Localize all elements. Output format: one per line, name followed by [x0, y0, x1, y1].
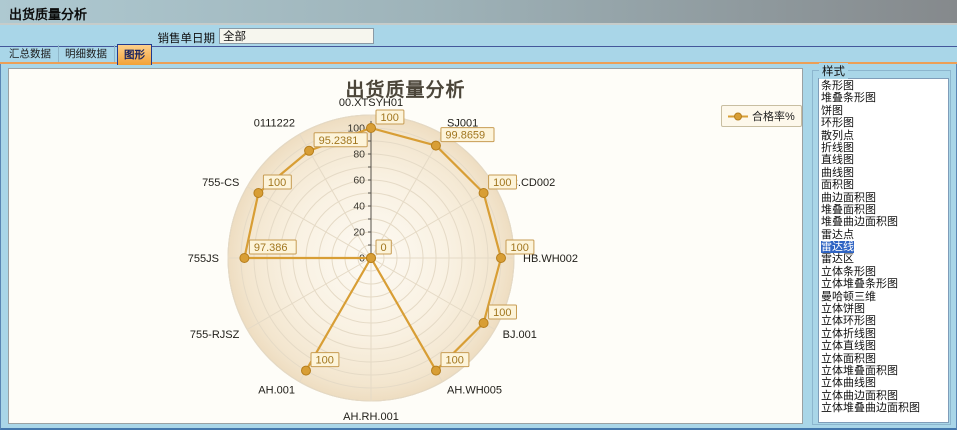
category-label: AH.001 [258, 385, 295, 397]
style-option[interactable]: 立体直线图 [819, 340, 948, 352]
axis-tick-label: 40 [353, 201, 365, 213]
data-point [479, 189, 488, 198]
category-label: BJ.001 [503, 329, 537, 341]
style-option[interactable]: 堆叠面积图 [819, 204, 948, 216]
axis-tick-label: 20 [353, 227, 365, 239]
style-option[interactable]: 饼图 [819, 105, 948, 117]
style-option[interactable]: 立体堆叠面积图 [819, 365, 948, 377]
category-label: 755JS [188, 253, 219, 265]
category-label: AH.WH005 [447, 385, 502, 397]
style-option[interactable]: 立体曲边面积图 [819, 390, 948, 402]
value-label: 100 [316, 355, 334, 367]
value-label: 97.386 [254, 242, 288, 254]
value-label: 100 [268, 177, 286, 189]
window-title: 出货质量分析 [9, 4, 87, 23]
style-option[interactable]: 堆叠曲边面积图 [819, 216, 948, 228]
style-option[interactable]: 立体饼图 [819, 303, 948, 315]
style-option[interactable]: 直线图 [819, 154, 948, 166]
app-window: 出货质量分析 销售单日期 汇总数据 明细数据 图形 02040608010000… [0, 0, 957, 430]
style-option[interactable]: 环形图 [819, 117, 948, 129]
tab-summary-data[interactable]: 汇总数据 [3, 45, 59, 62]
style-option[interactable]: 立体环形图 [819, 315, 948, 327]
category-label: 0111222 [254, 117, 295, 129]
style-option[interactable]: 立体堆叠曲边面积图 [819, 402, 948, 414]
style-option[interactable]: 堆叠条形图 [819, 92, 948, 104]
style-group-title: 样式 [819, 63, 848, 79]
chart-legend: 合格率% [721, 105, 802, 127]
style-listbox[interactable]: 条形图堆叠条形图饼图环形图散列点折线图直线图曲线图面积图曲边面积图堆叠面积图堆叠… [818, 78, 949, 423]
data-point [305, 146, 314, 155]
value-label: 99.8659 [445, 130, 485, 142]
value-label: 100 [446, 355, 464, 367]
value-label: 100 [493, 177, 511, 189]
style-option[interactable]: 立体面积图 [819, 353, 948, 365]
data-point [479, 319, 488, 328]
chart-panel: 02040608010000.XTSYH01SJ001SC.CD002HB.WH… [8, 68, 803, 424]
value-label: 100 [493, 307, 511, 319]
data-point [240, 254, 249, 263]
style-option[interactable]: 曼哈顿三维 [819, 291, 948, 303]
style-option[interactable]: 曲边面积图 [819, 192, 948, 204]
window-titlebar: 出货质量分析 [0, 0, 957, 25]
style-option[interactable]: 立体折线图 [819, 328, 948, 340]
category-label: HB.WH002 [523, 253, 578, 265]
tab-strip: 汇总数据 明细数据 图形 [0, 48, 957, 62]
category-label: 755-CS [202, 177, 239, 189]
value-label: 95.2381 [319, 135, 359, 147]
category-label: AH.RH.001 [343, 411, 399, 423]
axis-tick-label: 80 [353, 149, 365, 161]
chart-title: 出货质量分析 [9, 75, 802, 102]
radar-chart: 02040608010000.XTSYH01SJ001SC.CD002HB.WH… [9, 69, 802, 423]
data-point [302, 366, 311, 375]
sale-date-input[interactable] [219, 28, 374, 44]
style-option[interactable]: 折线图 [819, 142, 948, 154]
data-point [432, 366, 441, 375]
style-option[interactable]: 散列点 [819, 130, 948, 142]
value-label: 0 [381, 242, 387, 254]
axis-tick-label: 60 [353, 175, 365, 187]
legend-series-label: 合格率% [752, 108, 795, 124]
style-option[interactable]: 曲线图 [819, 167, 948, 179]
style-option[interactable]: 条形图 [819, 80, 948, 92]
data-point [367, 124, 376, 133]
data-point [367, 254, 376, 263]
style-option[interactable]: 雷达点 [819, 229, 948, 241]
legend-series-marker-icon [728, 112, 748, 121]
tab-detail-data[interactable]: 明细数据 [59, 45, 115, 62]
value-label: 100 [381, 112, 399, 124]
data-point [254, 189, 263, 198]
style-option[interactable]: 立体条形图 [819, 266, 948, 278]
style-option[interactable]: 雷达区 [819, 253, 948, 265]
style-option[interactable]: 雷达线 [819, 241, 948, 253]
value-label: 100 [511, 242, 529, 254]
data-point [497, 254, 506, 263]
style-option[interactable]: 立体曲线图 [819, 377, 948, 389]
data-point [431, 141, 440, 150]
tab-graph[interactable]: 图形 [117, 44, 152, 65]
category-label: 755-RJSZ [190, 329, 240, 341]
style-option[interactable]: 面积图 [819, 179, 948, 191]
style-option[interactable]: 立体堆叠条形图 [819, 278, 948, 290]
